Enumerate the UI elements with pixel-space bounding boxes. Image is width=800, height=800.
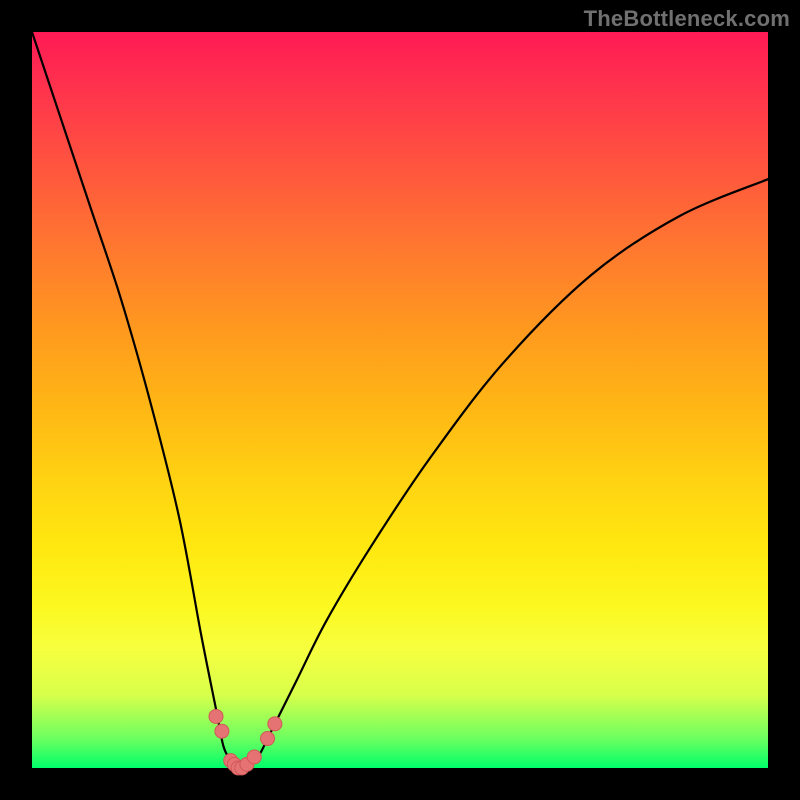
curve-marker — [268, 717, 282, 731]
chart-stage: TheBottleneck.com — [0, 0, 800, 800]
curve-marker — [247, 750, 261, 764]
watermark-text: TheBottleneck.com — [584, 6, 790, 32]
chart-svg — [32, 32, 768, 768]
curve-marker — [215, 724, 229, 738]
curve-marker — [209, 709, 223, 723]
curve-marker — [261, 732, 275, 746]
bottleneck-curve — [32, 32, 768, 769]
curve-markers — [209, 709, 282, 775]
